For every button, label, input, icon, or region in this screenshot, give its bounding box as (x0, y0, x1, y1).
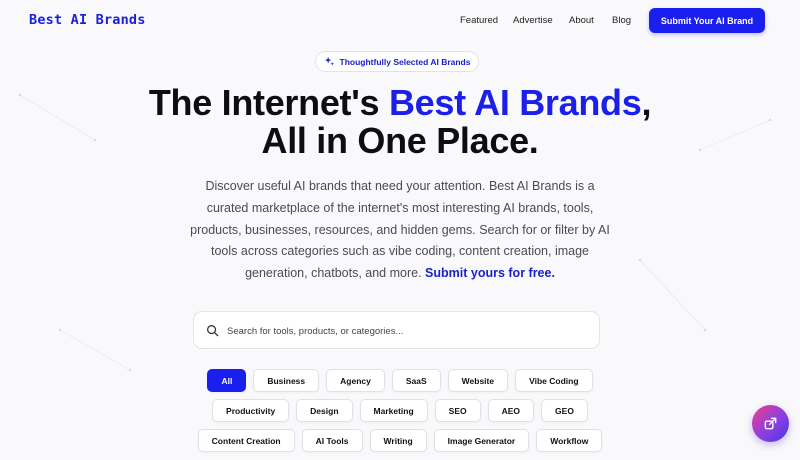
external-share-icon (764, 417, 777, 430)
category-chip-seo[interactable]: SEO (434, 399, 481, 422)
category-chip-aeo[interactable]: AEO (487, 399, 535, 422)
category-chip-image-generator[interactable]: Image Generator (433, 429, 530, 452)
headline-line2: All in One Place. (261, 120, 539, 161)
category-chip-business[interactable]: Business (253, 369, 320, 392)
hero-badge: Thoughtfully Selected AI Brands (315, 51, 479, 72)
category-chip-geo[interactable]: GEO (541, 399, 588, 422)
search-bar (193, 311, 600, 349)
site-logo[interactable]: Best AI Brands (29, 12, 146, 28)
category-chip-productivity[interactable]: Productivity (212, 399, 290, 422)
category-chip-saas[interactable]: SaaS (391, 369, 441, 392)
nav-link-blog[interactable]: Blog (612, 15, 631, 26)
category-chip-content-creation[interactable]: Content Creation (197, 429, 295, 452)
sparkle-icon (324, 56, 334, 66)
hero-description: Discover useful AI brands that need your… (190, 176, 610, 285)
category-chip-all[interactable]: All (207, 369, 247, 392)
category-filters-row-3: Content Creation AI Tools Writing Image … (0, 429, 800, 452)
category-filters-row-1: All Business Agency SaaS Website Vibe Co… (0, 369, 800, 392)
category-chip-agency[interactable]: Agency (326, 369, 385, 392)
category-chip-website[interactable]: Website (447, 369, 509, 392)
category-filters-row-2: Productivity Design Marketing SEO AEO GE… (0, 399, 800, 422)
category-chip-workflow[interactable]: Workflow (536, 429, 603, 452)
headline-comma: , (641, 82, 652, 123)
search-icon (207, 325, 219, 337)
nav-link-featured[interactable]: Featured (460, 15, 498, 26)
submit-brand-button[interactable]: Submit Your AI Brand (649, 8, 765, 33)
hero-description-text: Discover useful AI brands that need your… (190, 179, 610, 281)
headline-accent: Best AI Brands (388, 82, 642, 123)
search-input[interactable] (227, 321, 587, 341)
submit-free-link[interactable]: Submit yours for free. (425, 266, 555, 280)
hero-badge-label: Thoughtfully Selected AI Brands (339, 56, 471, 67)
nav-link-advertise[interactable]: Advertise (513, 15, 553, 26)
category-chip-ai-tools[interactable]: AI Tools (301, 429, 363, 452)
category-chip-design[interactable]: Design (296, 399, 353, 422)
category-chip-marketing[interactable]: Marketing (359, 399, 428, 422)
hero-headline: The Internet's Best AI Brands, All in On… (0, 84, 800, 160)
category-chip-writing[interactable]: Writing (369, 429, 427, 452)
nav-link-about[interactable]: About (569, 15, 594, 26)
site-header: Best AI Brands Featured Advertise About … (0, 0, 800, 42)
category-chip-vibe-coding[interactable]: Vibe Coding (515, 369, 593, 392)
floating-action-button[interactable] (752, 405, 789, 442)
headline-prefix: The Internet's (148, 82, 389, 123)
